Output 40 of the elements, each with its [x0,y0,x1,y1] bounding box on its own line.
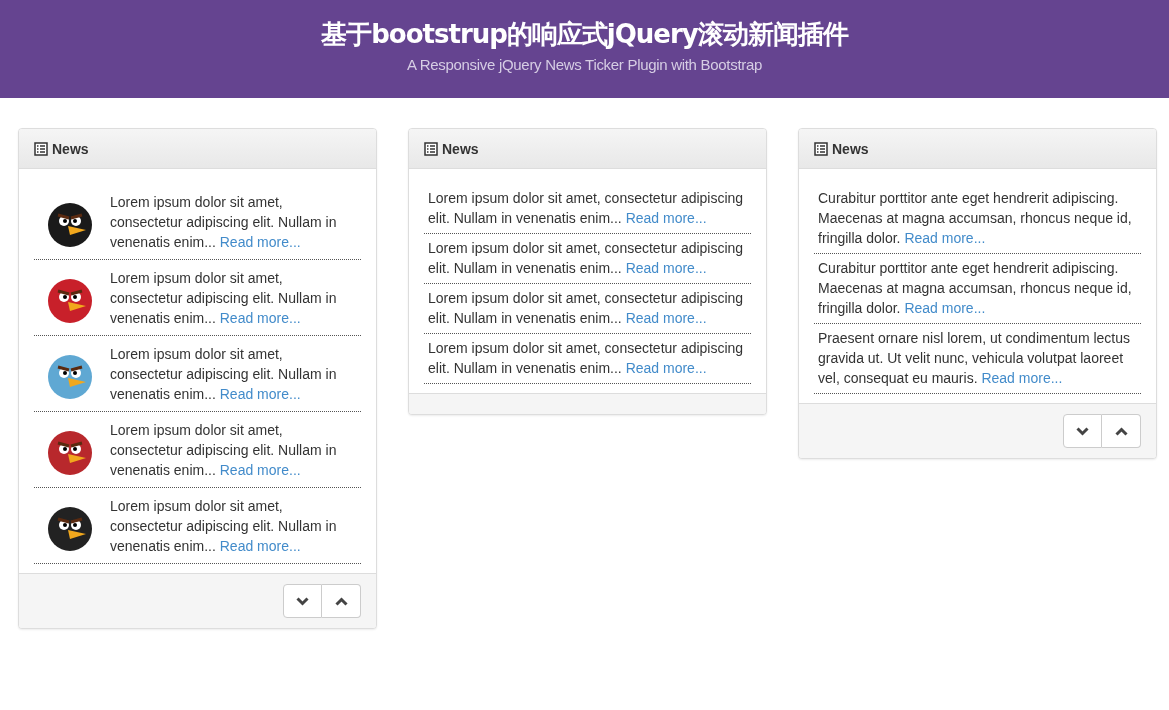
news-text: Curabitur porttitor ante eget hendrerit adipiscing. Maecenas at magna accumsan, rhoncus neque id, fringilla dolor. Read more... [818,189,1133,248]
panel-title: News [442,140,479,157]
news-text: Lorem ipsum dolor sit amet, consectetur adipiscing elit. Nullam in venenatis enim... Read more... [428,339,745,378]
news-text: Lorem ipsum dolor sit amet, consectetur adipiscing elit. Nullam in venenatis enim... Read more... [110,421,338,480]
read-more-link[interactable]: Read more... [219,538,301,554]
news-text: Lorem ipsum dolor sit amet, consectetur adipiscing elit. Nullam in venenatis enim... Read more... [110,497,338,556]
read-more-link[interactable]: Read more... [904,300,986,316]
chevron-down-icon [1076,426,1089,436]
read-more-link[interactable]: Read more... [219,234,301,250]
news-text: Praesent ornare nisl lorem, ut condimentum lectus gravida ut. Ut velit nunc, vehicula volutpat laoreet vel, consequat eu mauris. Read more... [818,329,1132,388]
scroll-up-button[interactable] [1102,414,1141,448]
news-text: Curabitur porttitor ante eget hendrerit adipiscing. Maecenas at magna accumsan, rhoncus neque id, fringilla dolor. Read more... [818,259,1133,318]
page-subtitle: A Responsive jQuery News Ticker Plugin with Bootstrap [406,56,763,73]
news-text: Lorem ipsum dolor sit amet, consectetur adipiscing elit. Nullam in venenatis enim... Read more... [428,189,745,228]
read-more-link[interactable]: Read more... [904,230,986,246]
read-more-link[interactable]: Read more... [625,310,707,326]
read-more-link[interactable]: Read more... [981,370,1063,386]
scroll-up-button[interactable] [322,584,361,618]
chevron-down-icon [296,596,309,606]
scroll-down-button[interactable] [1063,414,1102,448]
list-icon [34,141,48,156]
news-text: Lorem ipsum dolor sit amet, consectetur adipiscing elit. Nullam in venenatis enim... Read more... [110,269,338,328]
read-more-link[interactable]: Read more... [625,210,707,226]
panel-title: News [832,140,869,157]
news-text: Lorem ipsum dolor sit amet, consectetur adipiscing elit. Nullam in venenatis enim... Read more... [428,239,745,278]
read-more-link[interactable]: Read more... [219,462,301,478]
page-title: 基于bootstrup的响应式jQuery滚动新闻插件 [321,18,848,51]
read-more-link[interactable]: Read more... [625,360,707,376]
chevron-up-icon [334,596,348,606]
panel-title: News [52,140,89,157]
read-more-link[interactable]: Read more... [219,310,301,326]
list-icon [424,141,438,156]
read-more-link[interactable]: Read more... [219,386,301,402]
chevron-up-icon [1114,426,1128,436]
scroll-down-button[interactable] [283,584,322,618]
list-icon [814,141,828,156]
news-text: Lorem ipsum dolor sit amet, consectetur adipiscing elit. Nullam in venenatis enim... Read more... [110,193,338,252]
read-more-link[interactable]: Read more... [625,260,707,276]
news-text: Lorem ipsum dolor sit amet, consectetur adipiscing elit. Nullam in venenatis enim... Read more... [428,289,745,328]
news-text: Lorem ipsum dolor sit amet, consectetur adipiscing elit. Nullam in venenatis enim... Read more... [110,345,338,404]
